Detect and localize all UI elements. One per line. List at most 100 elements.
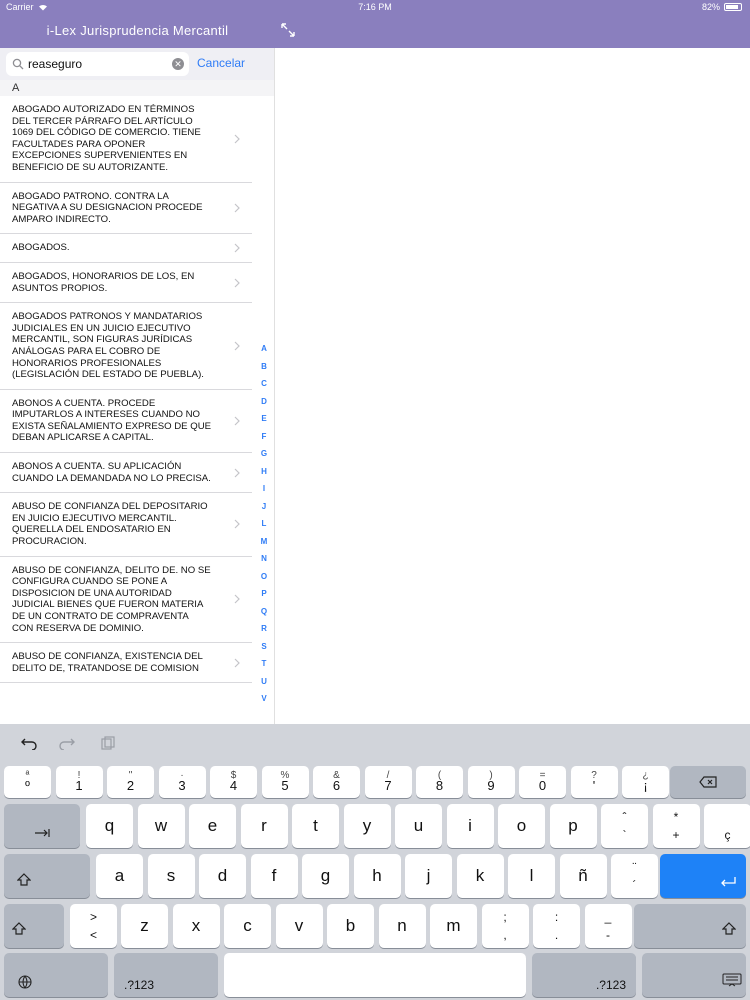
index-letter[interactable]: T — [258, 659, 270, 677]
paste-icon[interactable] — [98, 736, 116, 750]
key-angle[interactable]: > < — [70, 904, 117, 948]
index-letter[interactable]: D — [258, 397, 270, 415]
caps-lock-key[interactable] — [4, 854, 90, 898]
index-letter[interactable]: M — [258, 537, 270, 555]
key-r[interactable]: r — [240, 804, 288, 848]
index-letter[interactable]: B — [258, 362, 270, 380]
key-symbol[interactable]: _ - — [584, 904, 632, 948]
hide-keyboard-key[interactable] — [642, 953, 746, 997]
section-index[interactable]: ABCDEFGHIJLMNOPQRSTUV — [258, 344, 270, 712]
numbers-key-left[interactable]: .?123 — [114, 953, 218, 997]
redo-icon[interactable] — [58, 736, 76, 750]
index-letter[interactable]: H — [258, 467, 270, 485]
key-m[interactable]: m — [430, 904, 477, 948]
key-k[interactable]: k — [456, 854, 504, 898]
list-item[interactable]: ABUSO DE CONFIANZA, DELITO DE. NO SE CON… — [0, 557, 252, 644]
index-letter[interactable]: I — [258, 484, 270, 502]
key-e[interactable]: e — [189, 804, 236, 848]
key-c[interactable]: c — [224, 904, 271, 948]
key-l[interactable]: l — [508, 854, 555, 898]
key-symbol[interactable]: ç — [704, 804, 750, 848]
index-letter[interactable]: N — [258, 554, 270, 572]
list-item[interactable]: ABONOS A CUENTA. PROCEDE IMPUTARLOS A IN… — [0, 390, 252, 454]
index-letter[interactable]: F — [258, 432, 270, 450]
expand-icon[interactable] — [280, 22, 296, 38]
key-11[interactable]: = 0 — [519, 766, 566, 798]
return-key[interactable] — [660, 854, 746, 898]
shift-left-key[interactable] — [4, 904, 64, 948]
key-j[interactable]: j — [405, 854, 452, 898]
key-symbol[interactable]: ˆ ` — [601, 804, 648, 848]
key-w[interactable]: w — [137, 804, 185, 848]
key-a[interactable]: a — [96, 854, 143, 898]
index-letter[interactable]: P — [258, 589, 270, 607]
clear-search-icon[interactable]: ✕ — [172, 58, 184, 70]
search-input[interactable] — [28, 54, 168, 74]
key-y[interactable]: y — [343, 804, 391, 848]
index-letter[interactable]: O — [258, 572, 270, 590]
space-key[interactable] — [224, 953, 526, 997]
index-letter[interactable]: C — [258, 379, 270, 397]
key-7[interactable]: & 6 — [313, 766, 360, 798]
key-accent[interactable]: ¨ ´ — [611, 854, 658, 898]
key-3[interactable]: " 2 — [107, 766, 154, 798]
key-symbol[interactable]: * + — [652, 804, 700, 848]
key-ñ[interactable]: ñ — [559, 854, 607, 898]
index-letter[interactable]: R — [258, 624, 270, 642]
globe-key[interactable] — [4, 953, 108, 997]
search-field[interactable]: ✕ — [6, 52, 189, 76]
key-i[interactable]: i — [446, 804, 494, 848]
key-6[interactable]: % 5 — [261, 766, 309, 798]
index-letter[interactable]: Q — [258, 607, 270, 625]
key-f[interactable]: f — [250, 854, 298, 898]
undo-icon[interactable] — [20, 736, 38, 750]
key-symbol[interactable]: :. — [533, 904, 580, 948]
key-d[interactable]: d — [199, 854, 246, 898]
key-4[interactable]: · 3 — [158, 766, 206, 798]
key-z[interactable]: z — [121, 904, 168, 948]
key-s[interactable]: s — [147, 854, 195, 898]
key-8[interactable]: /7 — [364, 766, 412, 798]
index-letter[interactable]: V — [258, 694, 270, 712]
shift-right-key[interactable] — [634, 904, 746, 948]
key-u[interactable]: u — [395, 804, 442, 848]
tab-key[interactable] — [4, 804, 80, 848]
list-item[interactable]: ABUSO DE CONFIANZA DEL DEPOSITARIO EN JU… — [0, 493, 252, 557]
key-x[interactable]: x — [172, 904, 220, 948]
list-item[interactable]: ABOGADOS, HONORARIOS DE LOS, EN ASUNTOS … — [0, 263, 252, 304]
key-9[interactable]: (8 — [416, 766, 463, 798]
key-1[interactable]: ªº — [4, 766, 51, 798]
list-item[interactable]: ABONOS A CUENTA. SU APLICACIÓN CUANDO LA… — [0, 453, 252, 494]
key-12[interactable]: ? ' — [570, 766, 618, 798]
key-o[interactable]: o — [498, 804, 545, 848]
key-g[interactable]: g — [302, 854, 349, 898]
key-b[interactable]: b — [327, 904, 374, 948]
key-h[interactable]: h — [353, 854, 401, 898]
list-item[interactable]: ABUSO DE CONFIANZA, EXISTENCIA DEL DELIT… — [0, 643, 252, 684]
list-item[interactable]: ABOGADOS PATRONOS Y MANDATARIOS JUDICIAL… — [0, 303, 252, 390]
index-letter[interactable]: A — [258, 344, 270, 362]
key-symbol[interactable]: ;, — [481, 904, 529, 948]
cancel-button[interactable]: Cancelar — [197, 56, 245, 70]
index-letter[interactable]: E — [258, 414, 270, 432]
index-letter[interactable]: G — [258, 449, 270, 467]
index-letter[interactable]: U — [258, 677, 270, 695]
delete-key[interactable] — [670, 766, 746, 798]
key-q[interactable]: q — [86, 804, 133, 848]
key-v[interactable]: v — [275, 904, 323, 948]
list-item[interactable]: ABOGADOS. — [0, 234, 252, 263]
index-letter[interactable]: J — [258, 502, 270, 520]
key-13[interactable]: ¿ ¡ — [622, 766, 669, 798]
index-letter[interactable]: S — [258, 642, 270, 660]
list-item[interactable]: ABOGADO PATRONO. CONTRA LA NEGATIVA A SU… — [0, 183, 252, 235]
key-n[interactable]: n — [378, 904, 426, 948]
key-2[interactable]: ! 1 — [55, 766, 103, 798]
key-p[interactable]: p — [549, 804, 597, 848]
key-t[interactable]: t — [292, 804, 339, 848]
key-5[interactable]: $4 — [210, 766, 257, 798]
index-letter[interactable]: L — [258, 519, 270, 537]
key-glyph: z — [140, 916, 149, 935]
numbers-key-right[interactable]: .?123 — [532, 953, 636, 997]
list-item[interactable]: ABOGADO AUTORIZADO EN TÉRMINOS DEL TERCE… — [0, 96, 252, 183]
key-10[interactable]: ) 9 — [467, 766, 515, 798]
